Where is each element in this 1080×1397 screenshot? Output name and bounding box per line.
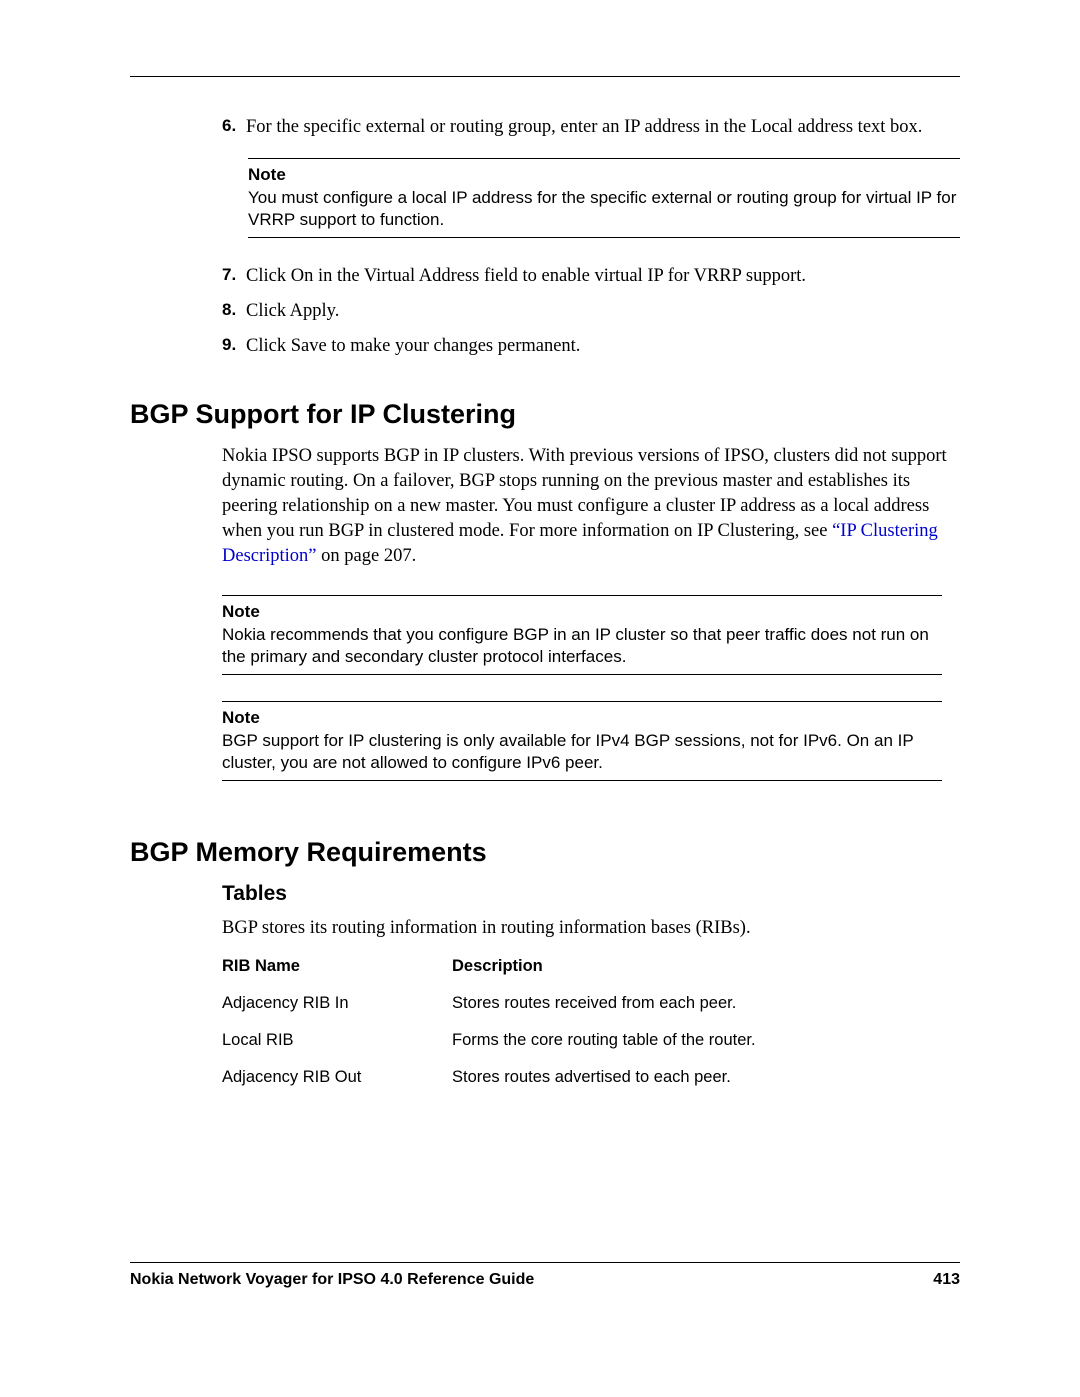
- footer-line: Nokia Network Voyager for IPSO 4.0 Refer…: [130, 1271, 960, 1289]
- note-label: Note: [222, 708, 942, 728]
- para-text-post: on page 207.: [317, 546, 417, 566]
- note-box-3: Note BGP support for IP clustering is on…: [222, 701, 942, 781]
- note-rule: [248, 237, 960, 238]
- table-cell: Adjacency RIB In: [222, 994, 452, 1013]
- page-footer: Nokia Network Voyager for IPSO 4.0 Refer…: [130, 1262, 960, 1289]
- step-text: Click On in the Virtual Address field to…: [246, 264, 806, 289]
- step-item: 7. Click On in the Virtual Address field…: [222, 264, 960, 289]
- note-rule: [222, 780, 942, 781]
- table-row: Adjacency RIB In Stores routes received …: [222, 994, 960, 1013]
- step-number: 7.: [222, 264, 246, 289]
- table-cell: Stores routes advertised to each peer.: [452, 1068, 731, 1087]
- note-text: You must configure a local IP address fo…: [248, 187, 960, 231]
- table-header-row: RIB Name Description: [222, 957, 960, 976]
- table-cell: Local RIB: [222, 1031, 452, 1050]
- note-rule: [222, 674, 942, 675]
- table-cell: Stores routes received from each peer.: [452, 994, 736, 1013]
- step-item: 6. For the specific external or routing …: [222, 115, 960, 140]
- table-header-cell: RIB Name: [222, 957, 452, 976]
- step-list-2: 7. Click On in the Virtual Address field…: [222, 264, 960, 359]
- note-rule: [222, 701, 942, 702]
- page-content: 6. For the specific external or routing …: [0, 0, 1080, 1087]
- note-label: Note: [248, 165, 960, 185]
- section-paragraph: Nokia IPSO supports BGP in IP clusters. …: [222, 444, 960, 569]
- rib-table: RIB Name Description Adjacency RIB In St…: [222, 957, 960, 1087]
- step-item: 8. Click Apply.: [222, 299, 960, 324]
- step-text: Click Apply.: [246, 299, 339, 324]
- table-row: Adjacency RIB Out Stores routes advertis…: [222, 1068, 960, 1087]
- note-rule: [222, 595, 942, 596]
- subsection-heading-tables: Tables: [222, 882, 960, 906]
- step-text: For the specific external or routing gro…: [246, 115, 922, 140]
- table-header-cell: Description: [452, 957, 543, 976]
- step-item: 9. Click Save to make your changes perma…: [222, 334, 960, 359]
- section-paragraph: BGP stores its routing information in ro…: [222, 916, 960, 941]
- note-box-1: Note You must configure a local IP addre…: [248, 158, 960, 238]
- step-number: 9.: [222, 334, 246, 359]
- step-number: 8.: [222, 299, 246, 324]
- note-rule: [248, 158, 960, 159]
- footer-page-number: 413: [933, 1271, 960, 1289]
- table-row: Local RIB Forms the core routing table o…: [222, 1031, 960, 1050]
- footer-rule: [130, 1262, 960, 1263]
- note-label: Note: [222, 602, 942, 622]
- section-heading-clustering: BGP Support for IP Clustering: [130, 399, 960, 430]
- note-text: Nokia recommends that you configure BGP …: [222, 624, 942, 668]
- top-horizontal-rule: [130, 76, 960, 77]
- table-cell: Forms the core routing table of the rout…: [452, 1031, 756, 1050]
- step-number: 6.: [222, 115, 246, 140]
- table-cell: Adjacency RIB Out: [222, 1068, 452, 1087]
- step-text: Click Save to make your changes permanen…: [246, 334, 580, 359]
- footer-title: Nokia Network Voyager for IPSO 4.0 Refer…: [130, 1271, 534, 1289]
- section-heading-memory: BGP Memory Requirements: [130, 837, 960, 868]
- step-list-1: 6. For the specific external or routing …: [222, 115, 960, 140]
- note-box-2: Note Nokia recommends that you configure…: [222, 595, 942, 675]
- note-text: BGP support for IP clustering is only av…: [222, 730, 942, 774]
